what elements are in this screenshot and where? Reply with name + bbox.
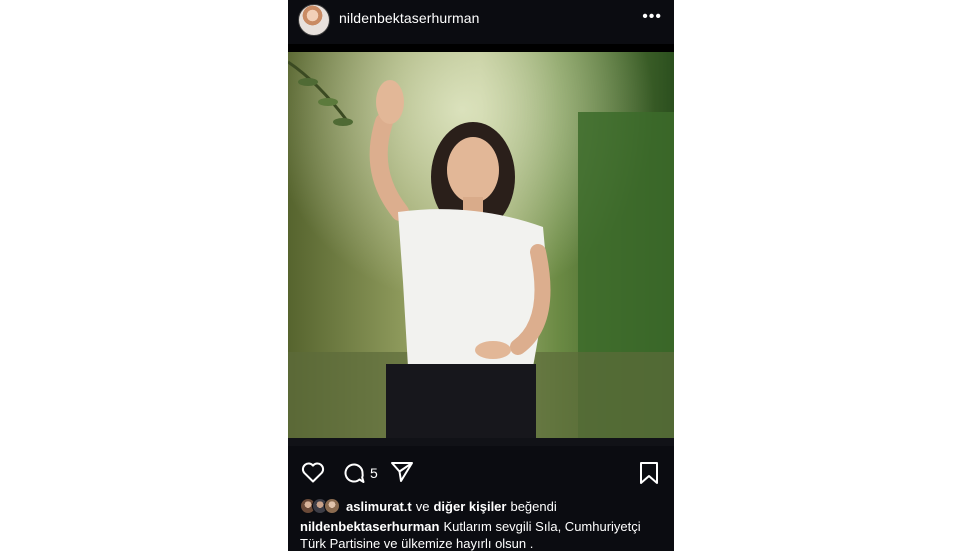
likes-suffix: beğendi [510,498,557,514]
more-icon[interactable]: ••• [642,8,662,26]
post-photo-illustration [288,52,674,438]
post-actions-bar: 5 [288,446,674,494]
comment-count: 5 [370,465,378,481]
post-image[interactable] [288,52,674,438]
likes-connector: ve [415,498,430,514]
divider [288,438,674,446]
post-meta: aslimurat.t ve diğer kişiler beğendi nil… [288,494,674,551]
instagram-post-screen: nildenbektaserhurman ••• 5 aslimurat.t v… [288,0,674,551]
share-icon[interactable] [390,461,414,483]
liker-avatars [300,498,340,514]
liked-by-row[interactable]: aslimurat.t ve diğer kişiler beğendi [300,498,561,514]
bookmark-icon[interactable] [639,461,659,485]
heart-icon[interactable] [301,461,325,483]
first-liker-username[interactable]: aslimurat.t [346,499,412,514]
avatar [324,498,340,514]
post-header: nildenbektaserhurman ••• [288,0,674,44]
post-caption: nildenbektaserhurman Kutlarım sevgili Sıl… [300,518,666,551]
avatar[interactable] [298,4,330,36]
post-username[interactable]: nildenbektaserhurman [339,10,480,26]
other-likers-link[interactable]: diğer kişiler [433,499,506,514]
caption-author[interactable]: nildenbektaserhurman [300,519,439,534]
comment-icon[interactable] [342,461,366,485]
